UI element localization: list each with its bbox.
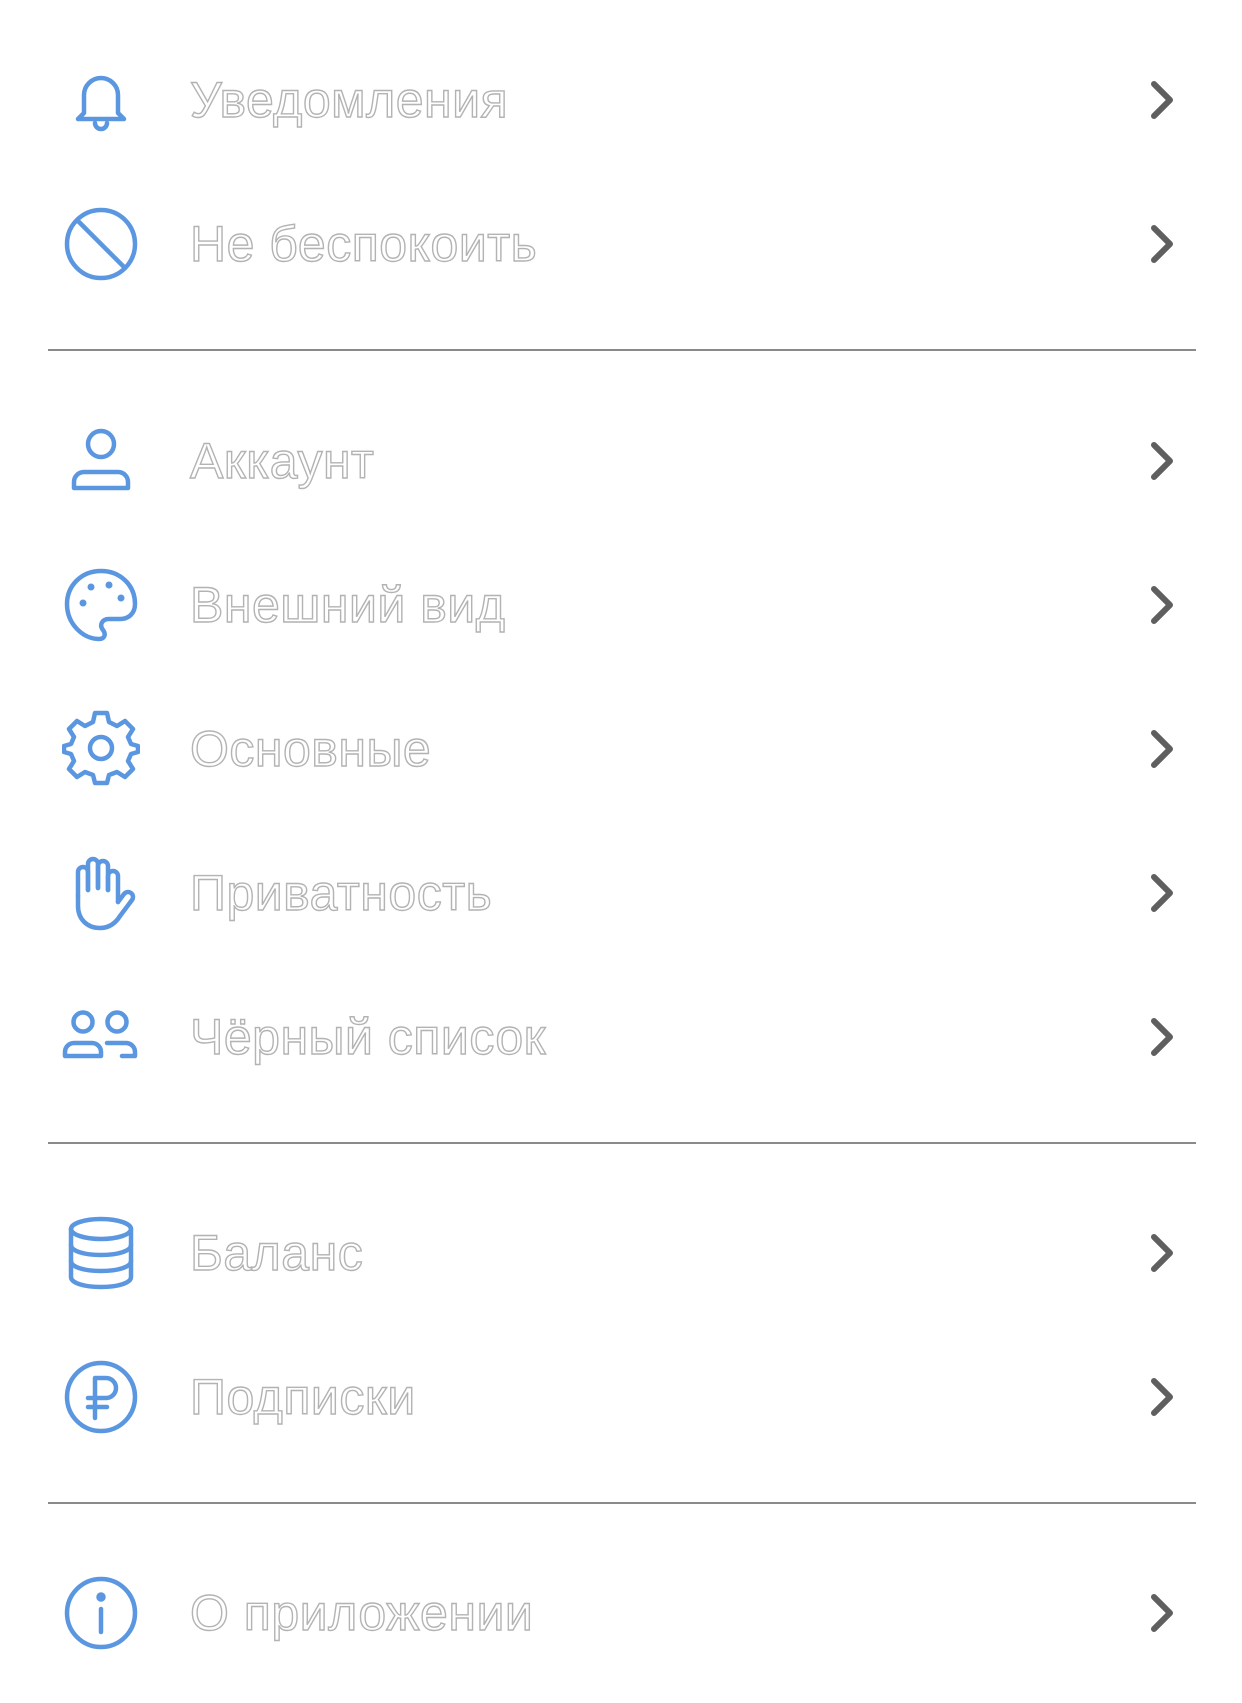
chevron-right-icon xyxy=(1148,1016,1176,1058)
settings-item-balance[interactable]: Баланс xyxy=(0,1181,1242,1325)
hand-icon xyxy=(62,854,140,932)
chevron-right-icon xyxy=(1148,223,1176,265)
settings-item-label: Чёрный список xyxy=(189,1008,547,1065)
coins-icon xyxy=(62,1214,140,1292)
ruble-icon xyxy=(62,1358,140,1436)
section-divider xyxy=(48,1142,1196,1144)
person-icon xyxy=(62,422,140,500)
chevron-right-icon xyxy=(1148,1376,1176,1418)
palette-icon xyxy=(62,566,140,644)
info-icon xyxy=(62,1574,140,1652)
gear-icon xyxy=(62,710,140,788)
chevron-right-icon xyxy=(1148,872,1176,914)
settings-item-blacklist[interactable]: Чёрный список xyxy=(0,965,1242,1109)
settings-item-privacy[interactable]: Приватность xyxy=(0,821,1242,965)
people-icon xyxy=(62,998,140,1076)
bell-icon xyxy=(62,61,140,139)
settings-item-account[interactable]: Аккаунт xyxy=(0,389,1242,533)
do-not-disturb-icon xyxy=(62,205,140,283)
chevron-right-icon xyxy=(1148,79,1176,121)
settings-item-label: Не беспокоить xyxy=(189,215,538,272)
section-divider xyxy=(48,1502,1196,1504)
settings-item-notifications[interactable]: Уведомления xyxy=(0,28,1242,172)
settings-item-subscriptions[interactable]: Подписки xyxy=(0,1325,1242,1469)
settings-item-about[interactable]: О приложении xyxy=(0,1541,1242,1685)
settings-item-label: О приложении xyxy=(189,1584,534,1641)
settings-item-label: Внешний вид xyxy=(189,576,506,633)
settings-item-general[interactable]: Основные xyxy=(0,677,1242,821)
settings-item-appearance[interactable]: Внешний вид xyxy=(0,533,1242,677)
settings-list: Уведомления Не беспокоить Аккаунт Внешни… xyxy=(0,0,1242,1703)
settings-item-label: Баланс xyxy=(189,1224,364,1281)
settings-item-label: Аккаунт xyxy=(189,432,375,489)
chevron-right-icon xyxy=(1148,1232,1176,1274)
settings-item-do-not-disturb[interactable]: Не беспокоить xyxy=(0,172,1242,316)
chevron-right-icon xyxy=(1148,1592,1176,1634)
settings-item-label: Уведомления xyxy=(189,71,509,128)
chevron-right-icon xyxy=(1148,728,1176,770)
settings-item-label: Подписки xyxy=(189,1368,416,1425)
settings-item-label: Основные xyxy=(189,720,432,777)
settings-item-label: Приватность xyxy=(189,864,493,921)
section-divider xyxy=(48,349,1196,351)
chevron-right-icon xyxy=(1148,440,1176,482)
chevron-right-icon xyxy=(1148,584,1176,626)
